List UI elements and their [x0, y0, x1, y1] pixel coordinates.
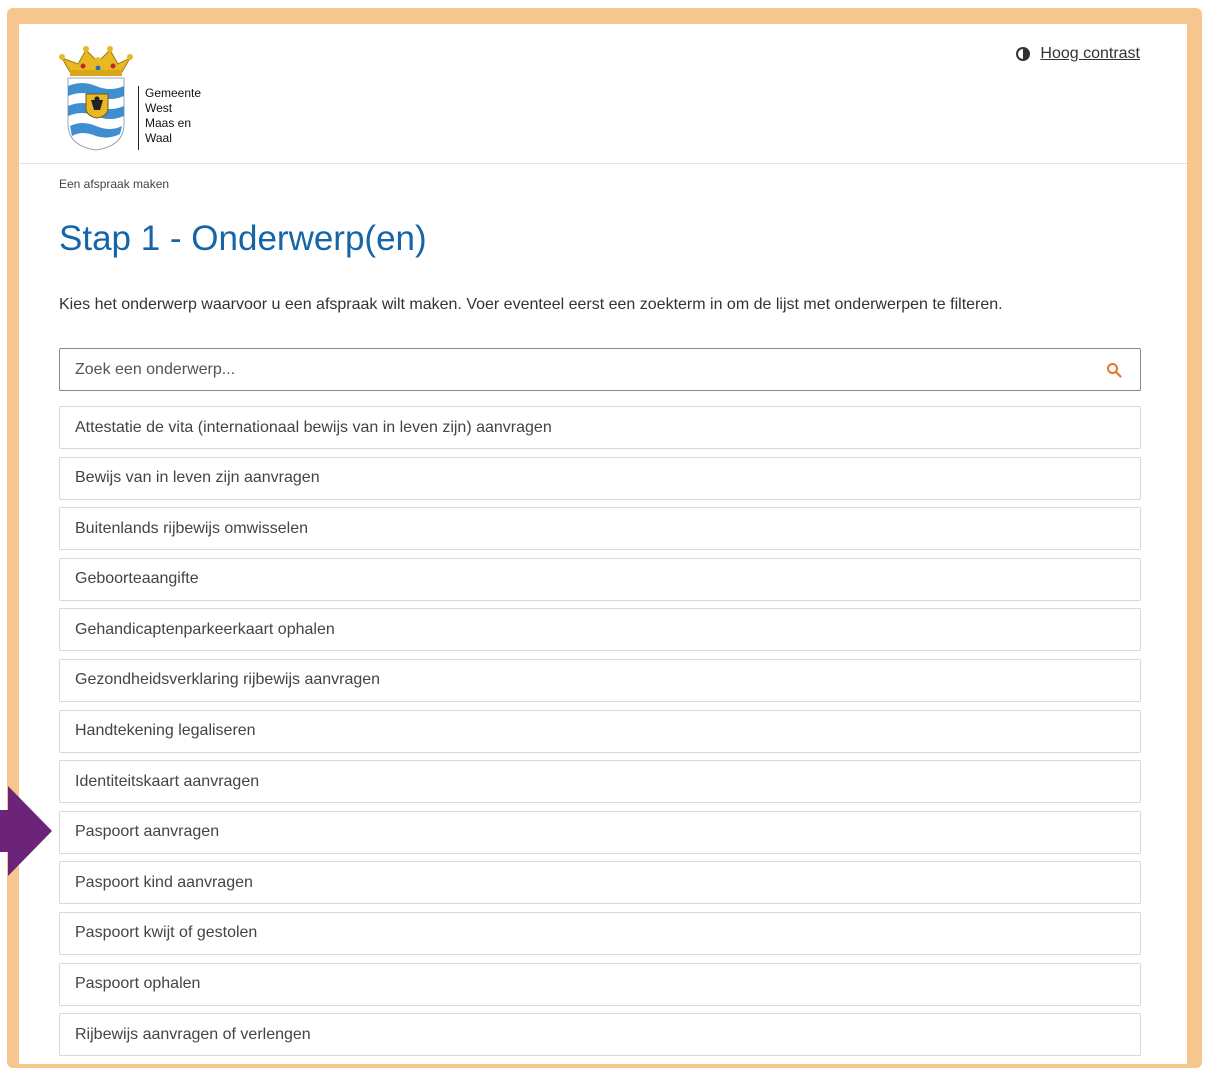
site-header: Gemeente West Maas en Waal Hoog contrast	[19, 24, 1187, 164]
municipality-name: Gemeente West Maas en Waal	[138, 86, 201, 150]
search-icon[interactable]	[1106, 362, 1122, 378]
high-contrast-link[interactable]: Hoog contrast	[1040, 45, 1140, 63]
search-box[interactable]	[59, 348, 1141, 391]
topic-item[interactable]: Gehandicaptenparkeerkaart ophalen	[59, 608, 1141, 652]
municipality-name-line: West	[145, 101, 173, 115]
intro-text: Kies het onderwerp waarvoor u een afspra…	[59, 296, 1003, 313]
arrow-right-icon	[0, 786, 52, 876]
municipality-name-line: Gemeente	[145, 86, 202, 100]
topic-item[interactable]: Paspoort kind aanvragen	[59, 861, 1141, 905]
breadcrumb[interactable]: Een afspraak maken	[59, 177, 169, 191]
topic-item[interactable]: Rijbewijs aanvragen of verlengen	[59, 1013, 1141, 1057]
municipality-name-line: Waal	[145, 131, 172, 145]
topic-item[interactable]: Paspoort kwijt of gestolen	[59, 911, 1141, 955]
search-input[interactable]	[60, 349, 1106, 390]
high-contrast-toggle[interactable]: Hoog contrast	[1016, 45, 1140, 63]
topic-item[interactable]: Identiteitskaart aanvragen	[59, 760, 1141, 804]
municipality-name-line: Maas en	[145, 116, 192, 130]
page: Gemeente West Maas en Waal Hoog contrast…	[19, 24, 1187, 1064]
page-title: Stap 1 - Onderwerp(en)	[59, 219, 427, 258]
topic-item[interactable]: Attestatie de vita (internationaal bewij…	[59, 406, 1141, 449]
topic-item[interactable]: Geboorteaangifte	[59, 557, 1141, 601]
topic-item[interactable]: Paspoort ophalen	[59, 962, 1141, 1006]
topic-item-paspoort-aanvragen[interactable]: Paspoort aanvragen	[59, 810, 1141, 854]
topic-item[interactable]: Buitenlands rijbewijs omwisselen	[59, 507, 1141, 551]
topic-list: Attestatie de vita (internationaal bewij…	[59, 406, 1141, 1064]
topic-item[interactable]: Gezondheidsverklaring rijbewijs aanvrage…	[59, 658, 1141, 702]
topic-item[interactable]: Handtekening legaliseren	[59, 709, 1141, 753]
contrast-icon	[1016, 47, 1031, 61]
topic-item[interactable]: Bewijs van in leven zijn aanvragen	[59, 456, 1141, 500]
municipality-crest-logo[interactable]	[58, 44, 138, 152]
